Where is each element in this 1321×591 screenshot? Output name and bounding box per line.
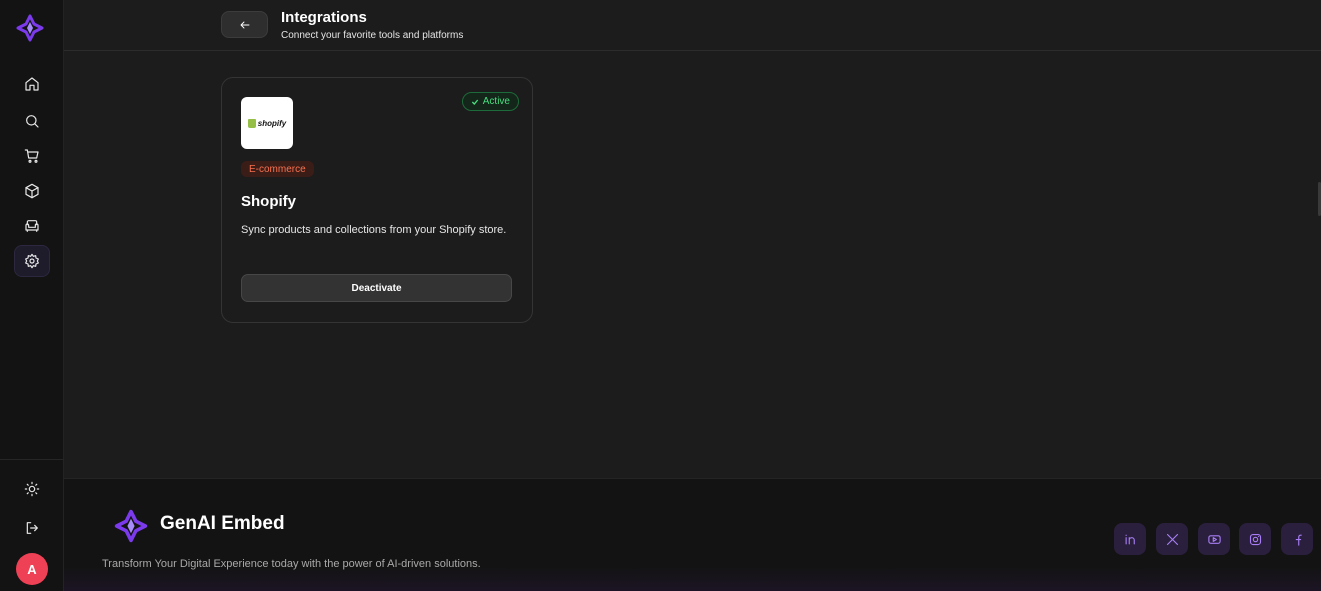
nav-settings[interactable]	[14, 245, 50, 277]
nav-search[interactable]	[14, 105, 50, 137]
shopify-wordmark: shopify	[257, 118, 287, 128]
logout-icon	[26, 522, 38, 534]
instagram-icon	[1249, 533, 1261, 545]
integration-card: shopify Active E-commerce Shopify Sync p…	[221, 77, 533, 323]
footer-tagline: Transform Your Digital Experience today …	[102, 558, 481, 570]
page-header: Integrations Connect your favorite tools…	[64, 0, 1321, 51]
nav-furniture[interactable]	[14, 210, 50, 242]
cart-icon	[24, 149, 39, 163]
arrow-left-icon	[240, 21, 249, 28]
page-subtitle: Connect your favorite tools and platform…	[281, 30, 464, 41]
brand-logo-icon	[114, 509, 148, 543]
sidebar: A	[0, 0, 64, 591]
nav-products[interactable]	[14, 175, 50, 207]
nav-cart[interactable]	[14, 140, 50, 172]
facebook-icon	[1295, 534, 1302, 546]
sidebar-divider	[0, 459, 64, 460]
app-logo-icon[interactable]	[15, 13, 45, 43]
box-icon	[25, 183, 39, 199]
integration-description: Sync products and collections from your …	[241, 224, 507, 236]
footer: GenAI Embed Transform Your Digital Exper…	[64, 478, 1321, 591]
sofa-icon	[25, 220, 39, 232]
youtube-icon	[1207, 534, 1221, 544]
brand-name: GenAI Embed	[160, 513, 285, 534]
youtube-link[interactable]	[1198, 523, 1230, 555]
home-icon	[25, 77, 39, 91]
settings-icon	[25, 253, 39, 269]
shopify-logo: shopify	[241, 97, 293, 149]
category-badge: E-commerce	[241, 161, 314, 177]
sun-icon	[24, 481, 40, 497]
status-badge: Active	[461, 92, 519, 111]
nav-home[interactable]	[14, 68, 50, 100]
x-icon	[1166, 533, 1178, 545]
linkedin-link[interactable]	[1114, 523, 1146, 555]
status-label: Active	[482, 96, 510, 107]
instagram-link[interactable]	[1239, 523, 1271, 555]
avatar[interactable]: A	[16, 553, 48, 585]
back-button[interactable]	[221, 11, 268, 38]
page-title: Integrations	[281, 9, 367, 26]
linkedin-icon	[1125, 534, 1135, 544]
search-icon	[26, 115, 39, 128]
integration-name: Shopify	[241, 193, 296, 210]
facebook-link[interactable]	[1281, 523, 1313, 555]
x-link[interactable]	[1156, 523, 1188, 555]
check-icon	[471, 99, 478, 105]
deactivate-button[interactable]: Deactivate	[241, 274, 512, 302]
logout-button[interactable]	[14, 512, 50, 544]
theme-toggle[interactable]	[14, 473, 50, 505]
shopping-bag-icon	[247, 118, 256, 128]
